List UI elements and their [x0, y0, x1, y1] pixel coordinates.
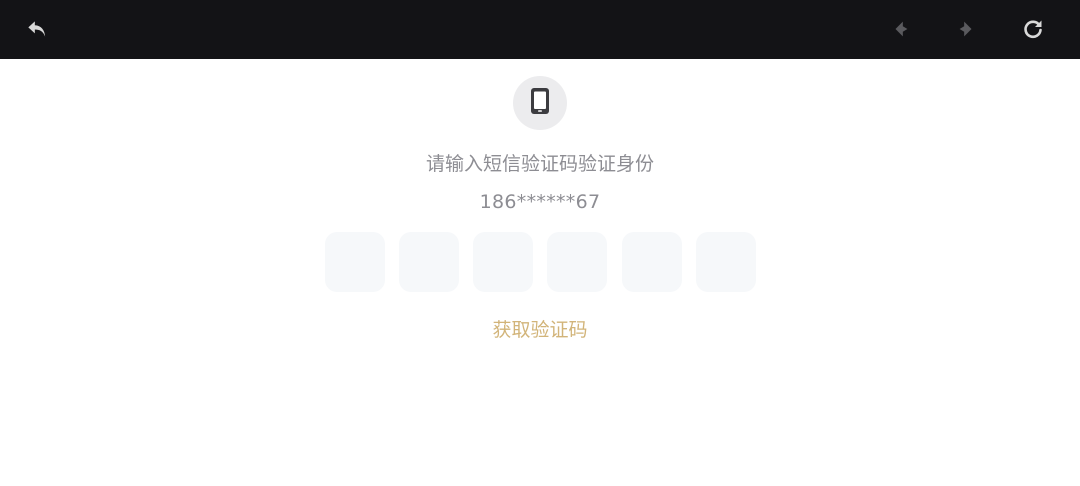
- code-digit-1[interactable]: [325, 232, 385, 292]
- smartphone-icon: [529, 87, 551, 119]
- code-digit-4[interactable]: [547, 232, 607, 292]
- code-digit-5[interactable]: [622, 232, 682, 292]
- back-button[interactable]: [20, 12, 54, 46]
- top-toolbar: [0, 0, 1080, 59]
- code-digit-6[interactable]: [696, 232, 756, 292]
- next-button[interactable]: [949, 12, 983, 46]
- phone-icon-badge: [513, 76, 567, 130]
- chevron-left-icon: [890, 18, 912, 40]
- masked-phone-number: 186******67: [479, 191, 601, 213]
- previous-button[interactable]: [884, 12, 918, 46]
- refresh-button[interactable]: [1016, 12, 1050, 46]
- verify-prompt-text: 请输入短信验证码验证身份: [425, 153, 654, 175]
- undo-arrow-icon: [24, 16, 50, 42]
- chevron-right-icon: [955, 18, 977, 40]
- verification-panel: 请输入短信验证码验证身份 186******67 获取验证码: [0, 59, 1080, 486]
- code-digit-3[interactable]: [473, 232, 533, 292]
- get-code-row: 获取验证码: [0, 317, 1080, 343]
- code-digit-2[interactable]: [399, 232, 459, 292]
- get-code-link[interactable]: 获取验证码: [492, 319, 587, 341]
- sms-code-inputs: [325, 232, 757, 292]
- refresh-icon: [1021, 17, 1045, 41]
